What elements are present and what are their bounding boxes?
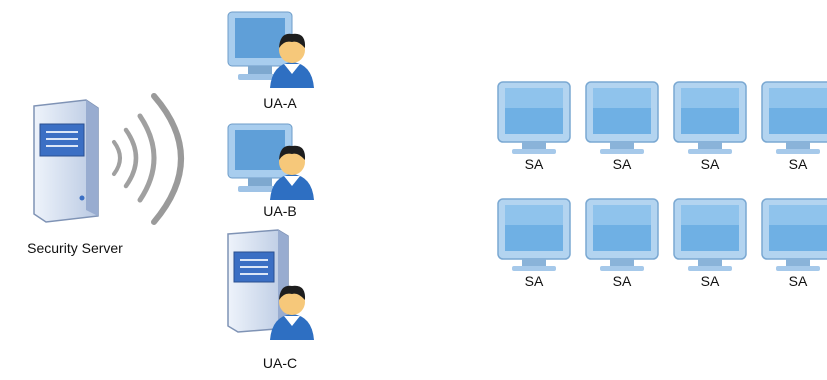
- security-agent-label: SA: [788, 156, 808, 172]
- monitor-icon: [673, 81, 747, 154]
- security-agent-grid: SA SA SA SA SA SA SA SA: [0, 0, 827, 380]
- security-agent-label: SA: [700, 273, 720, 289]
- monitor-icon: [761, 198, 827, 271]
- monitor-icon: [497, 81, 571, 154]
- security-agent-label: SA: [524, 273, 544, 289]
- security-agent: SA: [494, 78, 574, 178]
- monitor-icon: [585, 198, 659, 271]
- security-agent-label: SA: [700, 156, 720, 172]
- security-agent: SA: [582, 195, 662, 295]
- security-agent-label: SA: [612, 156, 632, 172]
- security-agent-label: SA: [612, 273, 632, 289]
- monitor-icon: [585, 81, 659, 154]
- security-agent-label: SA: [788, 273, 808, 289]
- monitor-icon: [673, 198, 747, 271]
- security-agent: SA: [670, 78, 750, 178]
- monitor-icon: [497, 198, 571, 271]
- security-agent: SA: [494, 195, 574, 295]
- security-agent: SA: [582, 78, 662, 178]
- security-agent: SA: [670, 195, 750, 295]
- monitor-icon: [761, 81, 827, 154]
- security-agent-label: SA: [524, 156, 544, 172]
- security-agent: SA: [758, 78, 827, 178]
- security-agent: SA: [758, 195, 827, 295]
